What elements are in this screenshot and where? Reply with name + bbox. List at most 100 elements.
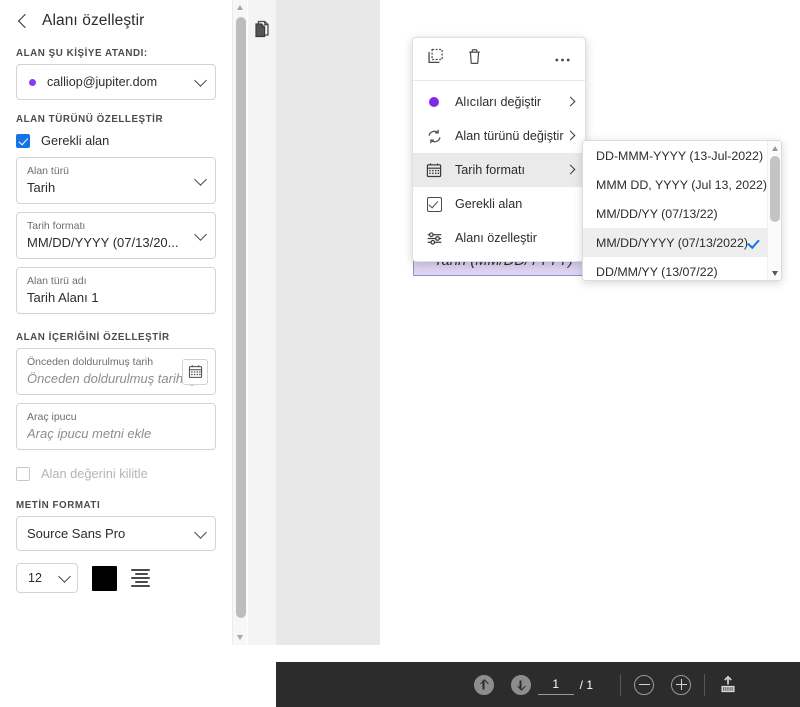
menu-item-required-field[interactable]: Gerekli alan bbox=[413, 187, 585, 221]
required-field-checkbox[interactable]: Gerekli alan bbox=[0, 130, 232, 157]
date-format-option-selected[interactable]: MM/DD/YYYY (07/13/2022) bbox=[583, 228, 767, 257]
lock-field-checkbox[interactable]: Alan değerini kilitle bbox=[0, 458, 232, 490]
date-format-select[interactable]: Tarih formatı MM/DD/YYYY (07/13/20... bbox=[16, 212, 216, 259]
duplicate-field-icon[interactable] bbox=[427, 48, 444, 70]
field-name-value: Tarih Alanı 1 bbox=[27, 290, 99, 305]
content-section-label: ALAN İÇERİĞİNİ ÖZELLEŞTİR bbox=[16, 332, 170, 343]
upload-tray-icon[interactable] bbox=[718, 675, 738, 695]
chevron-down-icon bbox=[196, 76, 205, 85]
menu-item-label: Tarih formatı bbox=[455, 163, 525, 177]
scroll-down-arrow-icon[interactable] bbox=[233, 630, 248, 645]
assigned-section-label: ALAN ŞU KİŞİYE ATANDI: bbox=[16, 48, 148, 59]
font-family-select[interactable]: Source Sans Pro bbox=[16, 516, 216, 551]
field-name-input[interactable]: Alan türü adı Tarih Alanı 1 bbox=[16, 267, 216, 314]
chevron-left-icon[interactable] bbox=[16, 14, 30, 28]
chevron-down-icon bbox=[60, 572, 69, 581]
arrow-down-circle-icon[interactable] bbox=[510, 674, 531, 695]
date-format-option[interactable]: DD-MMM-YYYY (13-Jul-2022) bbox=[583, 141, 767, 170]
calendar-icon bbox=[425, 161, 443, 179]
font-size-select[interactable]: 12 bbox=[16, 563, 78, 593]
date-format-option-list: DD-MMM-YYYY (13-Jul-2022) MMM DD, YYYY (… bbox=[583, 141, 767, 280]
option-label: MMM DD, YYYY (Jul 13, 2022) bbox=[596, 177, 768, 192]
tooltip-placeholder: Araç ipucu metni ekle bbox=[27, 426, 152, 441]
chevron-right-icon bbox=[567, 98, 575, 107]
arrow-up-circle-icon[interactable] bbox=[473, 674, 494, 695]
tooltip-input[interactable]: Araç ipucu Araç ipucu metni ekle bbox=[16, 403, 216, 450]
menu-item-change-recipients[interactable]: Alıcıları değiştir bbox=[413, 85, 585, 119]
recipient-dot-icon bbox=[29, 78, 36, 86]
viewer-bottom-toolbar: / 1 bbox=[276, 662, 800, 707]
text-align-icon[interactable] bbox=[131, 568, 151, 588]
recipient-dot-icon bbox=[425, 93, 443, 111]
date-format-option[interactable]: DD/MM/YY (13/07/22) bbox=[583, 257, 767, 280]
scroll-down-arrow-icon[interactable] bbox=[768, 266, 781, 280]
menu-item-customize-field[interactable]: Alanı özelleştir bbox=[413, 221, 585, 255]
checkbox-checked-icon bbox=[16, 133, 30, 148]
calendar-icon bbox=[188, 365, 202, 378]
more-options-icon[interactable] bbox=[554, 50, 571, 68]
date-format-label: Tarih formatı bbox=[27, 220, 86, 232]
required-field-label: Gerekli alan bbox=[41, 133, 110, 148]
prefilled-date-input[interactable]: Önceden doldurulmuş tarih Önceden doldur… bbox=[16, 348, 216, 395]
option-label: DD/MM/YY (13/07/22) bbox=[596, 264, 718, 279]
scrollbar-thumb[interactable] bbox=[770, 156, 780, 222]
app-root: Alanı özelleştir ALAN ŞU KİŞİYE ATANDI: … bbox=[0, 0, 800, 707]
option-label: MM/DD/YYYY (07/13/2022) bbox=[596, 235, 748, 250]
menu-divider bbox=[413, 80, 585, 81]
pages-icon[interactable] bbox=[254, 20, 271, 38]
chevron-down-icon bbox=[196, 175, 205, 184]
text-format-section-label: METİN FORMATI bbox=[16, 500, 101, 511]
menu-item-label: Alıcıları değiştir bbox=[455, 95, 542, 109]
chevron-down-icon bbox=[196, 230, 205, 239]
font-family-value: Source Sans Pro bbox=[27, 526, 126, 541]
chevron-right-icon bbox=[567, 166, 575, 175]
menu-item-date-format[interactable]: Tarih formatı bbox=[413, 153, 585, 187]
scroll-up-arrow-icon[interactable] bbox=[233, 0, 248, 15]
field-type-value: Tarih bbox=[27, 180, 56, 195]
date-format-value: MM/DD/YYYY (07/13/20... bbox=[27, 235, 179, 250]
submenu-scrollbar[interactable] bbox=[767, 141, 781, 280]
panel-header: Alanı özelleştir bbox=[0, 0, 232, 38]
scrollbar-thumb[interactable] bbox=[235, 17, 246, 618]
checkbox-icon bbox=[425, 195, 443, 213]
toolbar-separator bbox=[620, 673, 621, 696]
menu-item-label: Alanı özelleştir bbox=[455, 231, 537, 245]
calendar-picker-button[interactable] bbox=[182, 358, 208, 385]
menu-item-label: Gerekli alan bbox=[455, 197, 523, 211]
toolbar-separator bbox=[704, 673, 705, 696]
option-label: MM/DD/YY (07/13/22) bbox=[596, 206, 718, 221]
viewer-gutter bbox=[248, 0, 276, 645]
context-menu-toolbar bbox=[413, 43, 585, 75]
menu-item-change-field-type[interactable]: Alan türünü değiştir bbox=[413, 119, 585, 153]
checkmark-icon bbox=[747, 237, 758, 248]
refresh-icon bbox=[425, 127, 443, 145]
font-color-swatch[interactable] bbox=[92, 565, 117, 591]
date-format-option[interactable]: MM/DD/YY (07/13/22) bbox=[583, 199, 767, 228]
date-format-submenu: DD-MMM-YYYY (13-Jul-2022) MMM DD, YYYY (… bbox=[582, 140, 782, 281]
font-size-value: 12 bbox=[28, 571, 42, 585]
scroll-up-arrow-icon[interactable] bbox=[768, 141, 781, 155]
field-type-label: Alan türü bbox=[27, 165, 70, 177]
page-number-input[interactable] bbox=[537, 674, 574, 695]
prefilled-date-placeholder: Önceden doldurulmuş tarihi girin bbox=[27, 371, 205, 386]
field-type-section-label: ALAN TÜRÜNÜ ÖZELLEŞTİR bbox=[16, 114, 164, 125]
panel-scrollbar[interactable] bbox=[232, 0, 247, 645]
page-title: Alanı özelleştir bbox=[42, 12, 145, 29]
trash-icon[interactable] bbox=[466, 48, 483, 70]
font-controls-row: 12 bbox=[0, 559, 232, 593]
minus-circle-icon[interactable] bbox=[634, 674, 654, 695]
field-properties-panel: Alanı özelleştir ALAN ŞU KİŞİYE ATANDI: … bbox=[0, 0, 232, 645]
assignee-value: calliop@jupiter.dom bbox=[47, 75, 158, 89]
field-name-label: Alan türü adı bbox=[27, 275, 87, 287]
plus-circle-icon[interactable] bbox=[671, 674, 691, 695]
prefilled-date-label: Önceden doldurulmuş tarih bbox=[27, 356, 154, 368]
sliders-icon bbox=[425, 229, 443, 247]
option-label: DD-MMM-YYYY (13-Jul-2022) bbox=[596, 148, 764, 163]
date-format-option[interactable]: MMM DD, YYYY (Jul 13, 2022) bbox=[583, 170, 767, 199]
assignee-select[interactable]: calliop@jupiter.dom bbox=[16, 64, 216, 100]
document-canvas-margin bbox=[276, 0, 380, 645]
tooltip-label: Araç ipucu bbox=[27, 411, 77, 423]
checkbox-unchecked-icon bbox=[16, 466, 30, 481]
field-type-select[interactable]: Alan türü Tarih bbox=[16, 157, 216, 204]
chevron-right-icon bbox=[567, 132, 575, 141]
